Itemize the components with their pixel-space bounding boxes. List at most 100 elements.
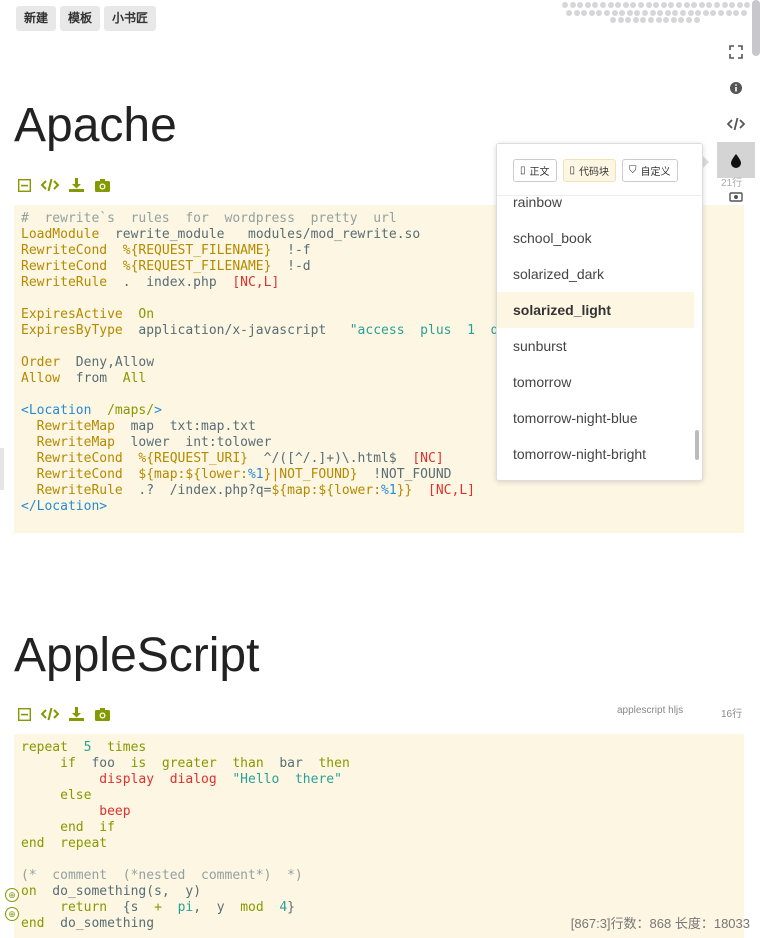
theme-popup: rainbow school_book solarized_dark solar… — [496, 143, 703, 481]
theme-item-tomorrow-night-bright[interactable]: tomorrow-night-bright — [497, 436, 702, 472]
decor-dot — [642, 9, 648, 16]
collapse-icon[interactable] — [14, 706, 34, 722]
tab-body-text[interactable]: ▯ 正文 — [513, 159, 557, 182]
decor-dot — [577, 2, 584, 8]
decor-dot — [649, 9, 656, 16]
dots-decoration — [560, 0, 760, 26]
decor-dot — [630, 2, 637, 8]
decor-dot — [619, 9, 626, 16]
decor-dot — [653, 2, 660, 8]
decor-dot — [678, 17, 685, 23]
decor-dot — [683, 2, 690, 8]
decor-dot — [736, 2, 743, 8]
decor-dot — [729, 2, 736, 8]
fullscreen-icon[interactable] — [717, 34, 755, 70]
decor-dot — [632, 17, 639, 23]
decor-dot — [569, 2, 576, 8]
decor-dot — [740, 9, 747, 16]
decor-dot — [611, 9, 618, 16]
decor-dot — [714, 2, 720, 8]
gutter-marker-icon[interactable]: ⊕ — [5, 888, 19, 902]
decor-dot — [721, 2, 728, 8]
camera-icon[interactable] — [92, 706, 112, 722]
decor-dot — [638, 2, 644, 8]
decor-dot — [687, 9, 694, 16]
decor-dot — [615, 2, 622, 8]
theme-list[interactable]: rainbow school_book solarized_dark solar… — [497, 184, 702, 472]
decor-dot — [680, 9, 686, 16]
decor-dot — [744, 2, 751, 8]
top-toolbar: 新建 模板 小书匠 — [16, 6, 157, 31]
download-icon[interactable] — [66, 706, 86, 722]
decor-dot — [686, 17, 692, 23]
shield-icon: ⛉ — [629, 165, 637, 176]
section-title-apache: Apache — [14, 99, 177, 152]
decor-dot — [702, 9, 709, 16]
code-icon[interactable] — [40, 706, 60, 722]
decor-dot — [617, 17, 624, 23]
code-icon[interactable] — [717, 106, 755, 142]
line-count: 21行 — [721, 178, 743, 189]
template-button[interactable]: 模板 — [60, 6, 101, 31]
decor-dot — [592, 2, 599, 8]
decor-dot — [676, 2, 682, 8]
popup-caret — [702, 155, 709, 169]
doc-icon: ▯ — [569, 165, 576, 176]
popup-scrollbar[interactable] — [695, 430, 699, 460]
decor-dot — [573, 9, 580, 16]
decor-dot — [581, 9, 588, 16]
decor-dot — [695, 9, 702, 16]
code-block-applescript[interactable]: repeat 5 times if foo is greater than ba… — [14, 734, 744, 938]
theme-item-solarized-dark[interactable]: solarized_dark — [497, 256, 702, 292]
xiaoshujiang-button[interactable]: 小书匠 — [104, 6, 157, 31]
code-icon[interactable] — [40, 177, 60, 193]
decor-dot — [693, 17, 700, 23]
info-icon[interactable] — [717, 70, 755, 106]
code-actions-apache — [14, 177, 112, 193]
decor-dot — [672, 9, 679, 16]
theme-item-sunburst[interactable]: sunburst — [497, 328, 702, 364]
decor-dot — [664, 9, 671, 16]
camera-icon[interactable] — [92, 177, 112, 193]
decor-dot — [710, 9, 717, 16]
decor-dot — [733, 9, 740, 16]
tab-code-block[interactable]: ▯ 代码块 — [562, 159, 617, 182]
doc-icon: ▯ — [520, 165, 526, 176]
decor-dot — [626, 9, 633, 16]
decor-dot — [596, 9, 603, 16]
download-icon[interactable] — [66, 177, 86, 193]
code-line-count: 16行 — [721, 709, 743, 720]
decor-dot — [660, 2, 667, 8]
decor-dot — [670, 17, 677, 23]
theme-item-tomorrow-night-blue[interactable]: tomorrow-night-blue — [497, 400, 702, 436]
decor-dot — [588, 9, 595, 16]
status-bar: [867:3]行数：868 长度：18033 — [570, 916, 750, 931]
tab-custom[interactable]: ⛉ 自定义 — [622, 159, 678, 182]
theme-tabs: ▯ 正文 ▯ 代码块 ⛉ 自定义 — [497, 144, 702, 196]
code-actions-applescript — [14, 706, 112, 722]
decor-dot — [566, 9, 572, 16]
decor-dot — [645, 2, 652, 8]
decor-dot — [562, 2, 568, 8]
drop-icon[interactable] — [717, 142, 755, 178]
theme-item-school-book[interactable]: school_book — [497, 220, 702, 256]
decor-dot — [668, 2, 675, 8]
theme-item-tomorrow[interactable]: tomorrow — [497, 364, 702, 400]
decor-dot — [604, 9, 610, 16]
decor-dot — [657, 9, 664, 16]
decor-dot — [698, 2, 705, 8]
decor-dot — [725, 9, 732, 16]
decor-dot — [655, 17, 662, 23]
decor-dot — [634, 9, 641, 16]
decor-dot — [648, 17, 654, 23]
decor-dot — [610, 17, 616, 23]
section-title-applescript: AppleScript — [14, 629, 260, 682]
decor-dot — [663, 17, 670, 23]
collapse-icon[interactable] — [14, 177, 34, 193]
new-button[interactable]: 新建 — [16, 6, 57, 31]
theme-item-solarized-light[interactable]: solarized_light — [497, 292, 694, 328]
code-language-label: applescript hljs — [617, 705, 684, 716]
gutter-marker-icon[interactable]: ⊕ — [5, 907, 19, 921]
decor-dot — [607, 2, 614, 8]
decor-dot — [622, 2, 629, 8]
